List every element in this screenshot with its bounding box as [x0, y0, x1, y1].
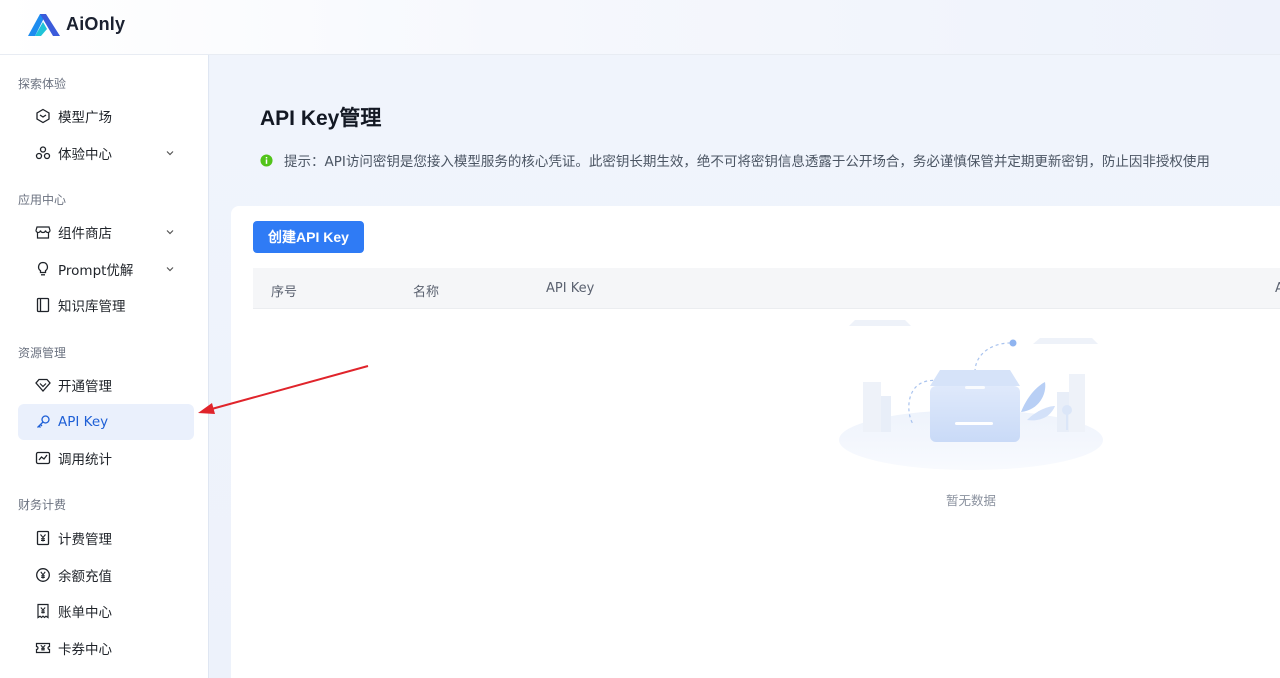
lightbulb-icon [35, 261, 51, 277]
sidebar-item-billing[interactable]: 计费管理 [18, 520, 194, 556]
sidebar-item-experience-center[interactable]: 体验中心 [18, 135, 194, 171]
sidebar-item-label: 体验中心 [58, 147, 112, 163]
sidebar-item-label: 卡券中心 [58, 642, 112, 658]
sidebar-item-label: Prompt优解 [58, 263, 134, 279]
brand[interactable]: AiOnly [26, 10, 125, 38]
sidebar-item-bill-center[interactable]: 账单中心 [18, 593, 194, 629]
table-header: 序号 名称 API Key A [253, 268, 1280, 309]
column-header-index: 序号 [271, 285, 298, 300]
key-icon [35, 414, 51, 430]
sidebar-item-component-store[interactable]: 组件商店 [18, 214, 194, 250]
chevron-down-icon [164, 147, 176, 159]
sidebar-item-usage-stats[interactable]: 调用统计 [18, 440, 194, 476]
top-bar: AiOnly [0, 0, 1280, 55]
empty-state-illustration [835, 312, 1107, 472]
sidebar-item-label: 开通管理 [58, 379, 112, 395]
sidebar-item-knowledge-base[interactable]: 知识库管理 [18, 287, 194, 323]
create-api-key-button[interactable]: 创建API Key [253, 221, 364, 253]
bill-icon [35, 603, 51, 619]
sidebar-item-label: 模型广场 [58, 110, 112, 126]
chevron-down-icon [164, 263, 176, 275]
chevron-down-icon [164, 226, 176, 238]
sidebar-item-label: 调用统计 [58, 452, 112, 468]
sidebar-item-model-square[interactable]: 模型广场 [18, 98, 194, 134]
sidebar-item-coupons[interactable]: 卡券中心 [18, 630, 194, 666]
page-title: API Key管理 [260, 107, 382, 130]
yen-receipt-icon [35, 530, 51, 546]
column-header-api-key: API Key [546, 281, 595, 296]
chart-icon [35, 450, 51, 466]
sidebar-item-recharge[interactable]: 余额充值 [18, 557, 194, 593]
column-header-truncated: A [1275, 281, 1280, 296]
info-circle-icon [260, 153, 273, 167]
coupon-icon [35, 640, 51, 656]
sidebar-item-label: 账单中心 [58, 605, 112, 621]
tip-text: 提示：API访问密钥是您接入模型服务的核心凭证。此密钥长期生效，绝不可将密钥信息… [284, 154, 1210, 170]
store-icon [35, 224, 51, 240]
aionly-logo-icon [26, 10, 62, 38]
group-title-finance: 财务计费 [18, 498, 67, 512]
tip-banner: 提示：API访问密钥是您接入模型服务的核心凭证。此密钥长期生效，绝不可将密钥信息… [260, 150, 1280, 170]
yen-coin-icon [35, 567, 51, 583]
sidebar-item-label: 计费管理 [58, 532, 112, 548]
sidebar-item-label: 组件商店 [58, 226, 112, 242]
book-icon [35, 297, 51, 313]
sidebar-item-api-key[interactable]: API Key [18, 404, 194, 440]
column-header-name: 名称 [413, 285, 440, 300]
diamond-icon [35, 377, 51, 393]
group-title-explore: 探索体验 [18, 77, 67, 91]
group-title-apps: 应用中心 [18, 193, 67, 207]
brand-name: AiOnly [66, 13, 126, 34]
empty-state-text: 暂无数据 [945, 493, 996, 508]
sidebar-item-activation[interactable]: 开通管理 [18, 367, 194, 403]
sidebar-item-label: 知识库管理 [58, 299, 126, 315]
sidebar-item-prompt[interactable]: Prompt优解 [18, 251, 194, 287]
cube-icon [35, 108, 51, 124]
group-title-resources: 资源管理 [18, 346, 67, 360]
sidebar-item-label: 余额充值 [58, 569, 112, 585]
sidebar-item-label: API Key [58, 414, 109, 430]
molecule-icon [35, 145, 51, 161]
